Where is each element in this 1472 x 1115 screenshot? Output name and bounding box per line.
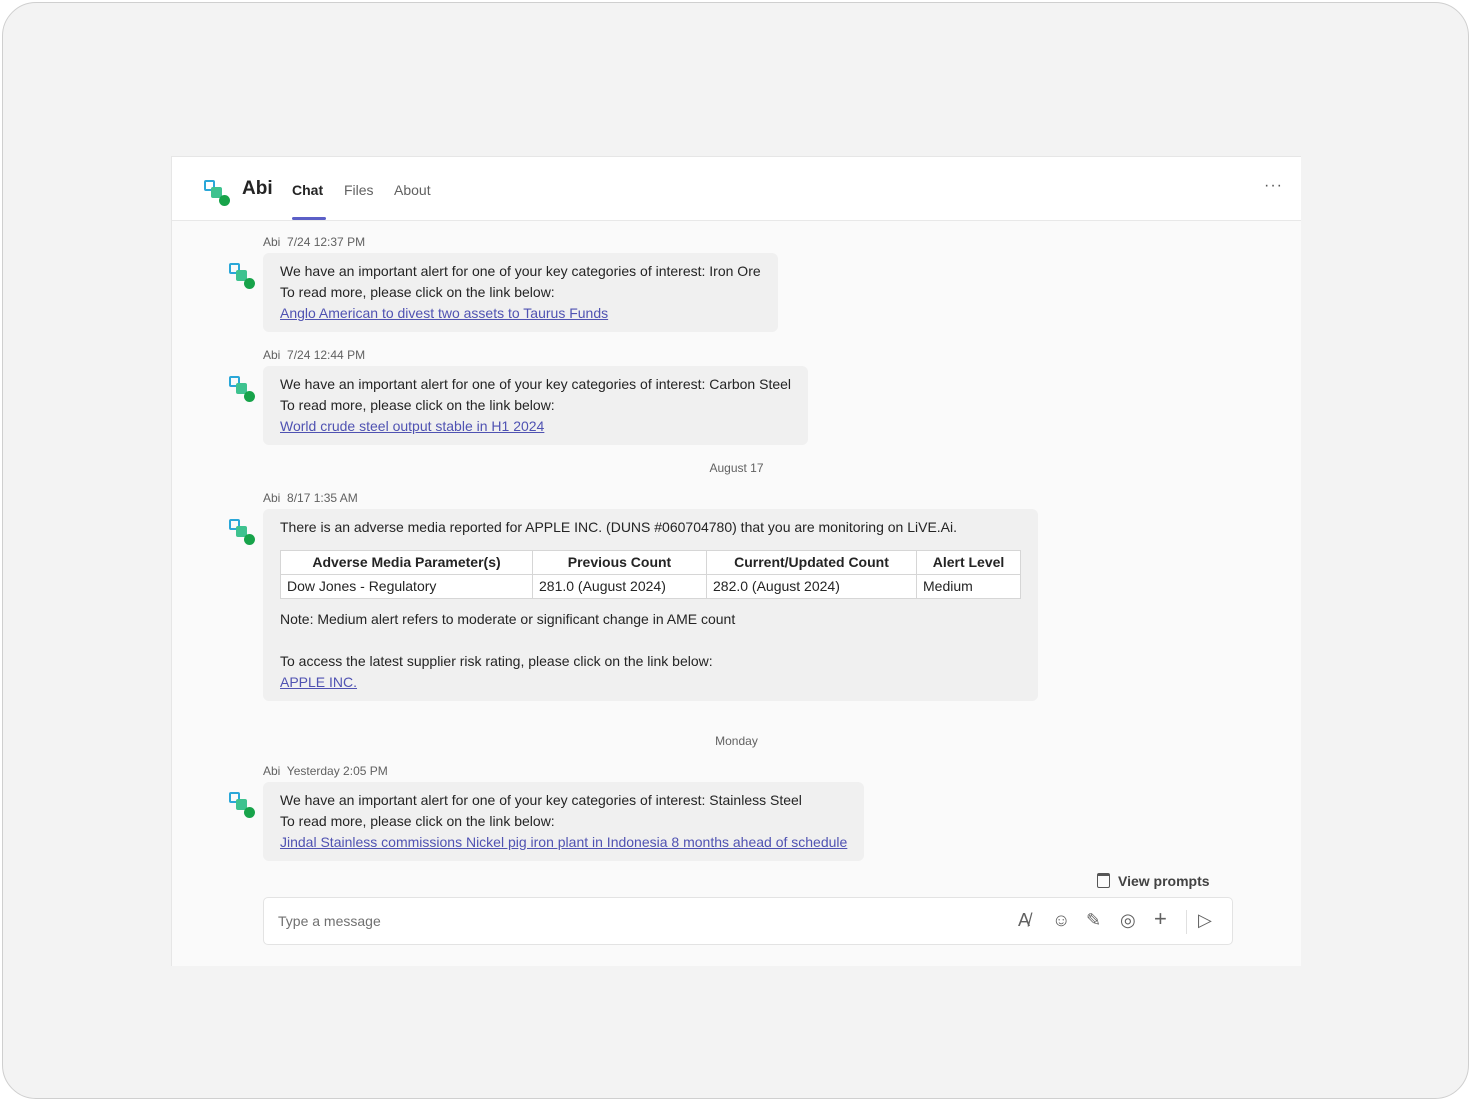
send-icon[interactable]: ▷ bbox=[1198, 910, 1212, 931]
message-text: We have an important alert for one of yo… bbox=[280, 376, 792, 392]
loop-icon[interactable]: ◎ bbox=[1120, 910, 1136, 931]
toolbar-divider bbox=[1186, 910, 1187, 934]
tab-about[interactable]: About bbox=[394, 182, 431, 198]
bot-avatar-icon bbox=[204, 180, 230, 206]
view-prompts-label: View prompts bbox=[1118, 873, 1210, 889]
column-header: Previous Count bbox=[532, 550, 707, 575]
chat-panel: Abi Chat Files About ··· Abi 7/24 12:37 … bbox=[171, 156, 1301, 966]
tab-files[interactable]: Files bbox=[344, 182, 374, 198]
article-link[interactable]: Anglo American to divest two assets to T… bbox=[280, 305, 608, 321]
emoji-icon[interactable]: ☺ bbox=[1052, 910, 1070, 931]
message-bubble: There is an adverse media reported for A… bbox=[263, 509, 1038, 701]
column-header: Alert Level bbox=[916, 550, 1021, 575]
prompts-icon bbox=[1097, 873, 1110, 888]
message-meta: Abi Yesterday 2:05 PM bbox=[263, 764, 388, 778]
adverse-media-table: Adverse Media Parameter(s) Previous Coun… bbox=[280, 550, 1021, 599]
note-text: Note: Medium alert refers to moderate or… bbox=[280, 611, 736, 627]
message-text: We have an important alert for one of yo… bbox=[280, 792, 802, 808]
message-bubble: We have an important alert for one of yo… bbox=[263, 782, 865, 861]
message-text: To read more, please click on the link b… bbox=[280, 284, 555, 300]
message-input[interactable]: Type a message A̸ ☺ ✎ ◎ + ▷ bbox=[263, 897, 1233, 945]
message-text: We have an important alert for one of yo… bbox=[280, 263, 761, 279]
message-text: There is an adverse media reported for A… bbox=[280, 519, 958, 535]
active-tab-indicator bbox=[292, 217, 326, 220]
message-text: To read more, please click on the link b… bbox=[280, 397, 555, 413]
table-cell: Medium bbox=[916, 574, 1021, 599]
table-cell: 282.0 (August 2024) bbox=[706, 574, 917, 599]
message-text: To read more, please click on the link b… bbox=[280, 813, 555, 829]
message-meta: Abi 7/24 12:37 PM bbox=[263, 235, 366, 249]
message-text: To access the latest supplier risk ratin… bbox=[280, 653, 713, 669]
bot-avatar-icon bbox=[229, 519, 255, 545]
article-link[interactable]: World crude steel output stable in H1 20… bbox=[280, 418, 544, 434]
column-header: Current/Updated Count bbox=[706, 550, 917, 575]
table-row: Dow Jones - Regulatory 281.0 (August 202… bbox=[280, 574, 1021, 599]
supplier-link[interactable]: APPLE INC. bbox=[280, 674, 357, 690]
message-placeholder: Type a message bbox=[278, 913, 381, 929]
date-divider: Monday bbox=[715, 734, 758, 748]
chat-header: Abi Chat Files About ··· bbox=[172, 157, 1301, 221]
message-meta: Abi 8/17 1:35 AM bbox=[263, 491, 358, 505]
view-prompts-button[interactable]: View prompts bbox=[1097, 873, 1210, 889]
format-icon[interactable]: A̸ bbox=[1018, 910, 1030, 931]
bot-avatar-icon bbox=[229, 792, 255, 818]
sticker-icon[interactable]: ✎ bbox=[1086, 910, 1101, 931]
chat-title: Abi bbox=[242, 178, 273, 199]
more-options-icon[interactable]: ··· bbox=[1264, 177, 1283, 195]
message-bubble: We have an important alert for one of yo… bbox=[263, 253, 778, 332]
bot-avatar-icon bbox=[229, 376, 255, 402]
bot-avatar-icon bbox=[229, 263, 255, 289]
message-meta: Abi 7/24 12:44 PM bbox=[263, 348, 366, 362]
column-header: Adverse Media Parameter(s) bbox=[280, 550, 533, 575]
table-cell: Dow Jones - Regulatory bbox=[280, 574, 533, 599]
tab-chat[interactable]: Chat bbox=[292, 182, 323, 198]
article-link[interactable]: Jindal Stainless commissions Nickel pig … bbox=[280, 834, 847, 850]
date-divider: August 17 bbox=[709, 461, 764, 475]
table-cell: 281.0 (August 2024) bbox=[532, 574, 707, 599]
window-frame: Abi Chat Files About ··· Abi 7/24 12:37 … bbox=[2, 2, 1469, 1099]
message-bubble: We have an important alert for one of yo… bbox=[263, 366, 809, 445]
plus-icon[interactable]: + bbox=[1154, 906, 1167, 932]
